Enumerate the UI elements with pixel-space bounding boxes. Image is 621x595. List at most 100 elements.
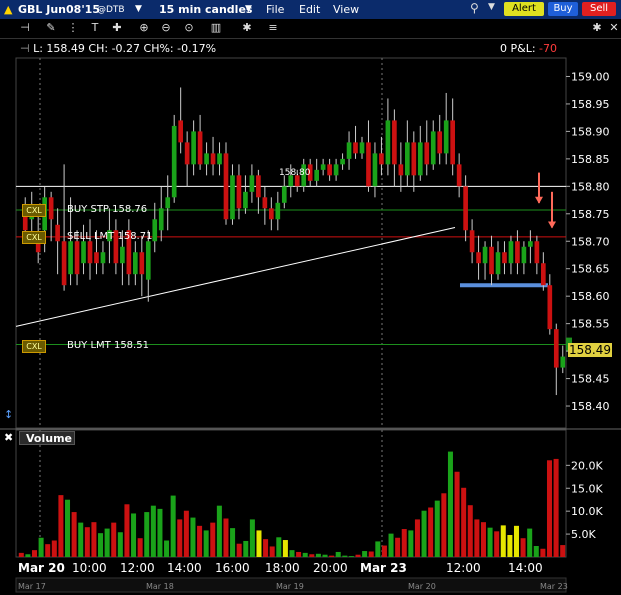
- volume-bars: [18, 451, 566, 557]
- volume-bar: [111, 522, 117, 557]
- volume-bar: [269, 546, 275, 557]
- volume-bar: [560, 545, 566, 557]
- scroller-label: Mar 20: [408, 582, 436, 591]
- candle: [262, 197, 268, 209]
- volume-bar: [203, 530, 209, 557]
- candle: [482, 246, 488, 264]
- price-tick-label: 158.40: [571, 400, 610, 413]
- time-label: 14:00: [508, 561, 543, 575]
- candle: [145, 241, 151, 280]
- candle: [139, 252, 145, 275]
- volume-bar: [329, 555, 335, 557]
- candle: [502, 252, 507, 264]
- candle: [281, 186, 287, 203]
- annotations: [15, 172, 572, 352]
- candle: [521, 246, 527, 264]
- candle: [87, 241, 93, 264]
- volume-bar: [335, 551, 341, 557]
- candle: [417, 142, 423, 176]
- candle: [366, 142, 371, 187]
- volume-bar: [183, 510, 189, 557]
- volume-bar: [309, 554, 315, 557]
- time-axis: Mar 20 10:00 12:00 14:00 16:00 18:00 20:00 Mar …: [15, 561, 568, 593]
- candle: [100, 252, 106, 264]
- price-tick-label: 158.60: [571, 290, 610, 303]
- price-panel-border: [15, 57, 567, 429]
- volume-bar: [395, 537, 401, 557]
- candle: [392, 120, 397, 165]
- volume-axis: 20.0K 15.0K 10.0K 5.0K: [566, 459, 603, 541]
- cancel-order-button[interactable]: CXL: [22, 340, 46, 353]
- candle: [379, 153, 384, 165]
- candle: [68, 241, 73, 275]
- candle: [411, 142, 417, 176]
- candle: [81, 241, 86, 264]
- volume-bar: [461, 487, 467, 557]
- candle: [515, 241, 520, 264]
- volume-bar: [500, 525, 506, 557]
- candle: [359, 142, 365, 154]
- volume-bar: [480, 522, 486, 557]
- volume-bar: [197, 525, 203, 557]
- candle: [541, 263, 546, 286]
- grid: [39, 58, 383, 557]
- volume-bar: [342, 555, 348, 557]
- candle: [165, 197, 171, 209]
- candle: [158, 208, 164, 231]
- candle: [184, 142, 190, 165]
- volume-bar: [117, 532, 123, 557]
- candle: [489, 246, 494, 275]
- volume-bar: [144, 512, 150, 557]
- candle: [74, 241, 80, 275]
- volume-bar: [230, 528, 236, 557]
- volume-bar: [428, 507, 434, 557]
- candle: [269, 208, 274, 220]
- volume-bar: [58, 495, 64, 557]
- expand-icon[interactable]: ↕: [4, 408, 13, 421]
- volume-bar: [131, 513, 137, 557]
- candle: [243, 191, 248, 209]
- volume-bar: [421, 510, 427, 557]
- order-label: BUY LMT 158.51: [67, 340, 149, 351]
- volume-bar: [315, 553, 321, 557]
- volume-bar: [282, 540, 288, 557]
- volume-bar: [249, 519, 255, 557]
- volume-bar: [375, 541, 381, 557]
- cancel-order-button[interactable]: CXL: [22, 231, 46, 244]
- volume-bar: [513, 525, 519, 557]
- volume-bar: [137, 538, 143, 557]
- chart-frame: [0, 57, 621, 558]
- candle: [55, 224, 60, 242]
- candle: [340, 158, 345, 165]
- volume-tick-label: 20.0K: [571, 459, 603, 472]
- price-chart[interactable]: 159.00 158.95 158.90 158.85 158.80 158.75 158.…: [0, 0, 621, 595]
- candle: [450, 120, 455, 165]
- volume-bar: [454, 471, 460, 557]
- candle: [275, 202, 281, 220]
- candle: [398, 164, 404, 176]
- cancel-order-button[interactable]: CXL: [22, 204, 46, 217]
- candle: [476, 252, 481, 264]
- volume-bar: [150, 505, 156, 557]
- price-tick-label: 158.80: [571, 180, 610, 193]
- price-tick-label: 158.70: [571, 235, 610, 248]
- price-tick-label: 158.95: [571, 98, 610, 111]
- volume-bar: [71, 512, 77, 557]
- volume-bar: [447, 451, 453, 557]
- scroller-label: Mar 19: [276, 582, 304, 591]
- volume-tick-label: 10.0K: [571, 505, 603, 518]
- candle: [320, 164, 326, 170]
- volume-bar: [408, 530, 414, 557]
- volume-bar: [381, 545, 387, 557]
- volume-bar: [18, 552, 24, 557]
- candle: [430, 131, 436, 165]
- candle: [424, 142, 430, 165]
- candle: [197, 131, 203, 165]
- volume-bar: [38, 537, 44, 557]
- volume-bar: [263, 539, 269, 557]
- candle: [230, 175, 235, 220]
- candle: [120, 246, 125, 264]
- time-label: 12:00: [120, 561, 155, 575]
- close-volume-icon[interactable]: ✖: [4, 431, 13, 444]
- candle: [437, 131, 443, 154]
